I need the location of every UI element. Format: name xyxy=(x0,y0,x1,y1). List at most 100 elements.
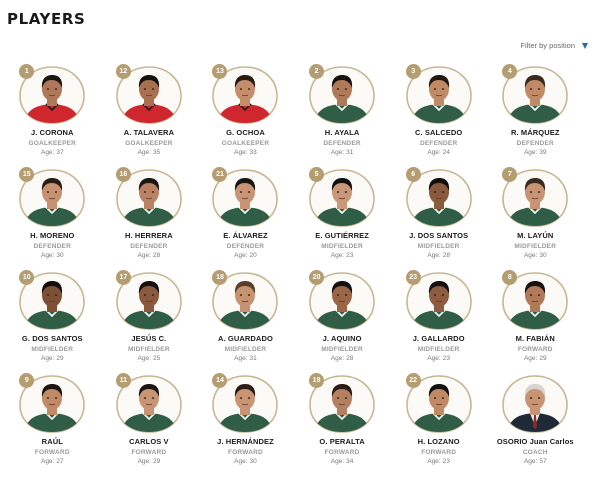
age-label: Age: xyxy=(137,149,151,156)
age-value: 27 xyxy=(56,458,64,465)
player-age: Age: 35 xyxy=(138,149,161,156)
player-name: OSORIO Juan Carlos xyxy=(496,437,574,446)
player-age: Age: 33 xyxy=(234,149,257,156)
player-name: J. CORONA xyxy=(31,128,74,137)
player-position: FORWARD xyxy=(34,449,70,456)
player-age: Age: 30 xyxy=(234,458,257,465)
player-name: JESÚS C. xyxy=(131,334,167,343)
player-name: J. HERNÁNDEZ xyxy=(217,437,274,446)
jersey-number-badge: 16 xyxy=(115,167,131,182)
player-name: G. OCHOA xyxy=(226,128,265,137)
player-name: M. FABIÁN xyxy=(515,334,555,343)
player-position: MIDFIELDER xyxy=(321,346,363,353)
player-card[interactable]: 11 CARLOS V FORWARD Age: 29 xyxy=(101,372,198,475)
coach-card[interactable]: OSORIO Juan Carlos COACH Age: 57 xyxy=(487,372,584,475)
player-card[interactable]: 12 A. TALAVERA GOALKEEPER Age: 35 xyxy=(101,63,198,166)
player-age: Age: 28 xyxy=(138,252,161,259)
age-label: Age: xyxy=(330,252,345,259)
player-card[interactable]: 6 J. DOS SANTOS MIDFIELDER Age: 28 xyxy=(390,166,487,269)
age-label: Age: xyxy=(234,252,248,259)
player-card[interactable]: 20 J. AQUINO MIDFIELDER Age: 28 xyxy=(294,269,391,372)
player-card[interactable]: 14 J. HERNÁNDEZ FORWARD Age: 30 xyxy=(197,372,294,475)
player-position: DEFENDER xyxy=(130,243,168,250)
player-position: GOALKEEPER xyxy=(221,140,270,147)
player-age: Age: 37 xyxy=(41,149,64,156)
jersey-number-badge: 23 xyxy=(405,270,421,285)
player-position: FORWARD xyxy=(324,449,360,456)
player-position: MIDFIELDER xyxy=(514,243,557,250)
player-card[interactable]: 15 H. MORENO DEFENDER Age: 30 xyxy=(4,166,101,269)
player-card[interactable]: 17 JESÚS C. MIDFIELDER Age: 25 xyxy=(101,269,198,372)
player-card[interactable]: 7 M. LAYÚN MIDFIELDER Age: 30 xyxy=(487,166,584,269)
player-age: Age: 20 xyxy=(234,252,257,259)
player-card[interactable]: 10 G. DOS SANTOS MIDFIELDER Age: 29 xyxy=(4,269,101,372)
age-value: 29 xyxy=(56,355,64,362)
player-photo: 13 xyxy=(209,63,281,125)
player-position: MIDFIELDER xyxy=(128,346,170,353)
player-card[interactable]: 13 G. OCHOA GOALKEEPER Age: 33 xyxy=(197,63,294,166)
player-age: Age: 25 xyxy=(138,355,161,362)
age-value: 29 xyxy=(539,355,547,362)
age-value: 30 xyxy=(539,252,547,259)
player-name: J. AQUINO xyxy=(322,334,362,343)
player-photo: 9 xyxy=(16,372,88,434)
player-card[interactable]: 9 RAÚL FORWARD Age: 27 xyxy=(4,372,101,475)
player-card[interactable]: 4 R. MÁRQUEZ DEFENDER Age: 39 xyxy=(487,63,584,166)
age-label: Age: xyxy=(40,355,55,362)
player-photo: 17 xyxy=(113,269,185,331)
player-card[interactable]: 18 A. GUARDADO MIDFIELDER Age: 31 xyxy=(197,269,294,372)
player-photo: 10 xyxy=(16,269,88,331)
age-label: Age: xyxy=(523,149,538,156)
player-age: Age: 28 xyxy=(331,355,354,362)
player-card[interactable]: 16 H. HERRERA DEFENDER Age: 28 xyxy=(101,166,198,269)
age-value: 39 xyxy=(539,149,547,156)
player-name: A. GUARDADO xyxy=(218,334,273,343)
player-card[interactable]: 2 H. AYALA DEFENDER Age: 31 xyxy=(294,63,391,166)
player-age: Age: 23 xyxy=(427,355,450,362)
player-position: DEFENDER xyxy=(323,140,361,147)
age-label: Age: xyxy=(234,149,248,156)
player-card[interactable]: 19 O. PERALTA FORWARD Age: 34 xyxy=(294,372,391,475)
player-name: O. PERALTA xyxy=(319,437,365,446)
player-card[interactable]: 23 J. GALLARDO MIDFIELDER Age: 23 xyxy=(390,269,487,372)
player-card[interactable]: 21 E. ÁLVAREZ DEFENDER Age: 20 xyxy=(197,166,294,269)
age-label: Age: xyxy=(523,458,538,465)
player-photo: 22 xyxy=(403,372,475,434)
age-label: Age: xyxy=(427,149,441,156)
player-card[interactable]: 22 H. LOZANO FORWARD Age: 23 xyxy=(390,372,487,475)
player-card[interactable]: 5 E. GUTIÉRREZ MIDFIELDER Age: 23 xyxy=(294,166,391,269)
player-position: COACH xyxy=(522,449,548,456)
player-age: Age: 29 xyxy=(138,458,161,465)
player-photo: 4 xyxy=(499,63,571,125)
player-age: Age: 23 xyxy=(331,252,354,259)
player-photo: 19 xyxy=(306,372,378,434)
player-name: C. SALCEDO xyxy=(415,128,463,137)
player-card[interactable]: 8 M. FABIÁN FORWARD Age: 29 xyxy=(487,269,584,372)
age-label: Age: xyxy=(234,458,248,465)
age-label: Age: xyxy=(330,458,345,465)
player-age: Age: 23 xyxy=(427,458,450,465)
player-card[interactable]: 1 J. CORONA GOALKEEPER Age: 37 xyxy=(4,63,101,166)
player-photo: 14 xyxy=(209,372,281,434)
age-label: Age: xyxy=(137,458,151,465)
player-name: H. MORENO xyxy=(30,231,75,240)
player-age: Age: 30 xyxy=(41,252,64,259)
player-position: DEFENDER xyxy=(33,243,71,250)
age-label: Age: xyxy=(40,252,55,259)
player-position: FORWARD xyxy=(517,346,553,353)
player-position: FORWARD xyxy=(228,449,263,456)
age-value: 28 xyxy=(442,252,450,259)
jersey-number-badge: 2 xyxy=(309,64,325,79)
jersey-number-badge: 22 xyxy=(405,373,421,388)
player-position: MIDFIELDER xyxy=(417,243,460,250)
player-name: G. DOS SANTOS xyxy=(21,334,83,343)
player-card[interactable]: 3 C. SALCEDO DEFENDER Age: 24 xyxy=(390,63,487,166)
player-name: M. LAYÚN xyxy=(517,231,554,240)
filter-by-position-dropdown[interactable]: Filter by position xyxy=(520,41,588,50)
player-name: H. AYALA xyxy=(324,128,360,137)
player-photo: 12 xyxy=(113,63,185,125)
player-age: Age: 34 xyxy=(331,458,354,465)
player-age: Age: 30 xyxy=(524,252,547,259)
age-label: Age: xyxy=(40,458,55,465)
player-photo: 20 xyxy=(306,269,378,331)
